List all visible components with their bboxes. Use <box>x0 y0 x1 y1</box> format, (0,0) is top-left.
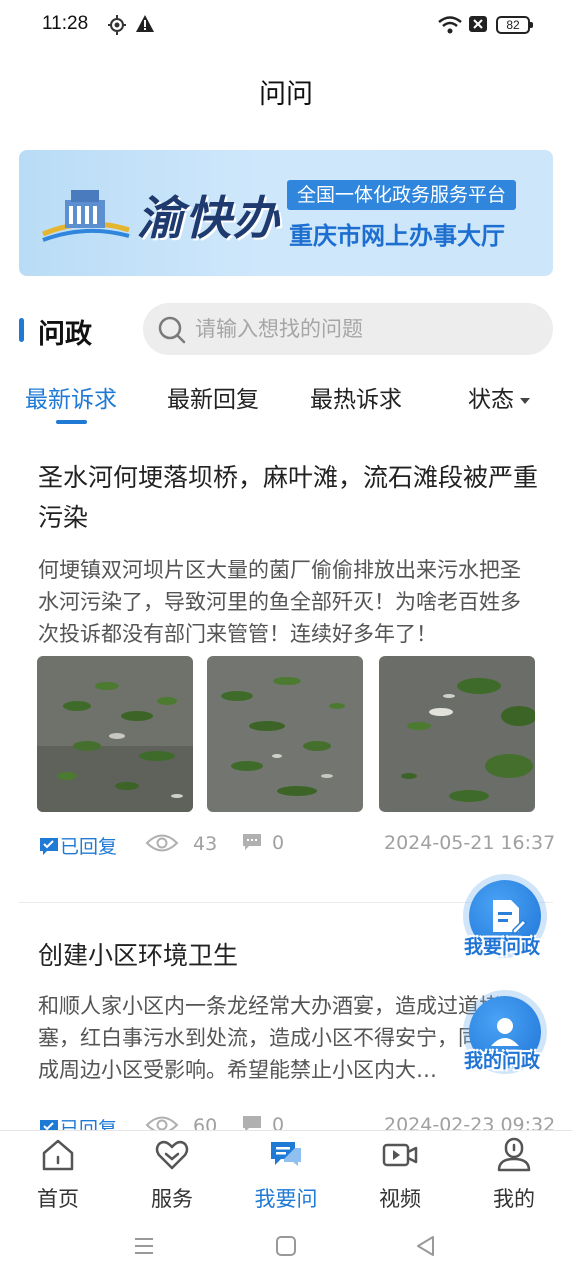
back-triangle-icon[interactable] <box>414 1234 438 1258</box>
my-questions-label[interactable]: 我的问政 <box>464 1046 540 1073</box>
video-icon <box>382 1143 418 1167</box>
nav-label: 我要问 <box>254 1187 318 1211</box>
caret-down-icon <box>520 397 530 404</box>
tab-status-filter[interactable]: 状态 <box>468 380 530 414</box>
reply-check-icon <box>40 838 58 855</box>
post-body[interactable]: 何埂镇双河坝片区大量的菌厂偷偷排放出来污水把圣水河污染了，导致河里的鱼全部歼灭！… <box>38 554 538 650</box>
search-box[interactable] <box>143 303 553 355</box>
no-sim-icon <box>469 16 487 32</box>
nav-label: 我的 <box>493 1187 535 1211</box>
user-icon <box>497 1137 531 1172</box>
nav-profile[interactable]: 我的 <box>474 1131 554 1221</box>
view-count: 43 <box>145 832 217 855</box>
tab-hot-requests[interactable]: 最热诉求 <box>310 380 402 414</box>
search-icon <box>158 316 186 344</box>
section-title: 问政 <box>38 319 92 350</box>
comment-icon <box>243 834 261 850</box>
warning-icon <box>136 15 154 32</box>
post-title[interactable]: 创建小区环境卫生 <box>38 936 538 976</box>
view-count-value: 43 <box>193 833 218 855</box>
promo-banner[interactable]: 渝快办 全国一体化政务服务平台 重庆市网上办事大厅 <box>19 150 553 276</box>
comment-count: 0 <box>242 832 284 854</box>
chat-icon <box>271 1142 301 1166</box>
nav-label: 服务 <box>151 1187 193 1211</box>
nav-video[interactable]: 视频 <box>360 1131 440 1221</box>
tab-status-label: 状态 <box>468 387 514 413</box>
system-navigation-bar <box>0 1220 572 1280</box>
banner-subtitle: 重庆市网上办事大厅 <box>289 222 505 250</box>
comment-count-value: 0 <box>272 832 285 854</box>
post-photo[interactable] <box>207 656 363 812</box>
menu-icon[interactable] <box>132 1234 156 1258</box>
status-badge: 已回复 <box>38 832 117 859</box>
post-body[interactable]: 和顺人家小区内一条龙经常大办酒宴，造成过道堵塞，红白事污水到处流，造成小区不得安… <box>38 990 538 1086</box>
nav-services[interactable]: 服务 <box>132 1131 212 1221</box>
home-square-icon[interactable] <box>274 1234 298 1258</box>
eye-icon <box>145 834 179 852</box>
status-text: 已回复 <box>60 836 118 858</box>
status-time: 11:28 <box>42 13 89 34</box>
location-icon <box>108 15 126 35</box>
post-title[interactable]: 圣水河何埂落坝桥，麻叶滩，流石滩段被严重污染 <box>38 458 538 538</box>
battery-indicator: 82 <box>496 16 533 34</box>
wifi-icon <box>438 16 462 34</box>
post-date: 2024-05-21 16:37 <box>384 832 556 854</box>
ask-question-label[interactable]: 我要问政 <box>464 932 540 959</box>
nav-label: 首页 <box>37 1187 79 1211</box>
post-photo[interactable] <box>379 656 535 812</box>
heart-icon <box>155 1140 189 1170</box>
tab-latest-replies[interactable]: 最新回复 <box>167 380 259 414</box>
bottom-navigation: 首页 服务 我要问 视频 我的 <box>0 1130 572 1220</box>
home-icon <box>42 1139 74 1171</box>
post-photo[interactable] <box>37 656 193 812</box>
government-building-logo <box>42 190 130 242</box>
banner-tagline: 全国一体化政务服务平台 <box>287 180 517 210</box>
page-title: 问问 <box>259 79 313 110</box>
search-input[interactable] <box>195 303 535 355</box>
active-tab-indicator <box>56 420 87 424</box>
nav-label: 视频 <box>379 1187 421 1211</box>
nav-home[interactable]: 首页 <box>18 1131 98 1221</box>
section-accent-bar <box>19 318 24 342</box>
nav-ask[interactable]: 我要问 <box>246 1131 326 1221</box>
banner-brand: 渝快办 <box>137 191 281 245</box>
status-bar: 11:28 82 <box>0 0 572 52</box>
tab-latest-requests[interactable]: 最新诉求 <box>25 380 117 414</box>
